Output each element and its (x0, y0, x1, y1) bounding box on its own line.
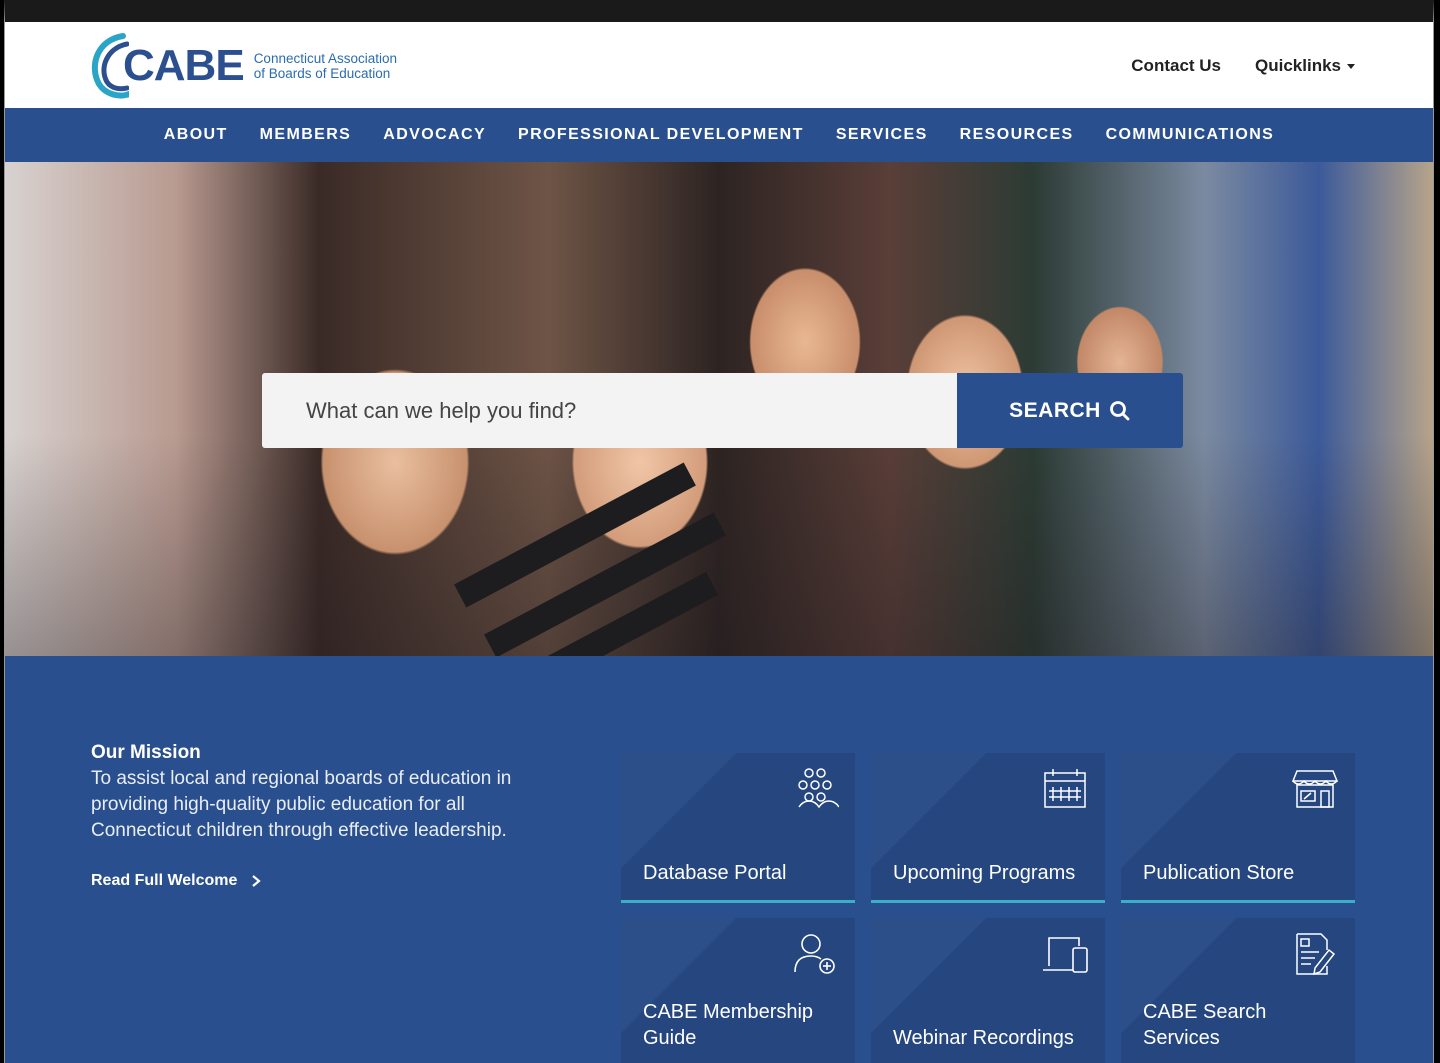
read-full-welcome-link[interactable]: Read Full Welcome (91, 872, 561, 890)
nav-item-resources[interactable]: RESOURCES (960, 126, 1074, 144)
read-full-welcome-label: Read Full Welcome (91, 872, 238, 889)
logo-tagline-line-2: of Boards of Education (253, 66, 391, 81)
nav-item-communications[interactable]: COMMUNICATIONS (1106, 126, 1275, 144)
browser-page: CABE Connecticut Association of Boards o… (4, 0, 1434, 1063)
tile-cabe-membership-guide[interactable]: CABE Membership Guide (621, 918, 855, 1063)
tile-label: Publication Store (1143, 862, 1295, 884)
cabe-logo[interactable]: CABE Connecticut Association of Boards o… (89, 32, 419, 100)
tile-publication-store[interactable]: Publication Store (1121, 753, 1355, 903)
add-user-icon (794, 934, 835, 974)
devices-icon (1043, 937, 1088, 973)
quick-access-tiles: Database Portal Upcoming Programs Public… (621, 753, 1355, 1063)
main-nav: ABOUT MEMBERS ADVOCACY PROFESSIONAL DEVE… (5, 108, 1433, 162)
logo-tagline: Connecticut Association of Boards of Edu… (254, 51, 397, 81)
logo-tagline-line-1: Connecticut Association (253, 51, 398, 66)
mission-text: To assist local and regional boards of e… (91, 768, 512, 841)
document-edit-icon (1296, 933, 1336, 976)
people-group-icon (798, 768, 839, 809)
tile-database-portal[interactable]: Database Portal (621, 753, 855, 903)
caret-down-icon (1347, 64, 1355, 70)
nav-item-professional-development[interactable]: PROFESSIONAL DEVELOPMENT (518, 126, 804, 144)
search-input[interactable] (262, 373, 957, 448)
header-utility-links: Contact Us Quicklinks (1131, 56, 1355, 76)
logo-swoosh-icon (92, 33, 129, 99)
tile-upcoming-programs[interactable]: Upcoming Programs (871, 753, 1105, 903)
mission-title: Our Mission (91, 742, 201, 763)
search-button[interactable]: SEARCH (957, 373, 1183, 448)
tile-label: Webinar Recordings (893, 1027, 1074, 1049)
nav-item-advocacy[interactable]: ADVOCACY (383, 126, 486, 144)
logo-wordmark: CABE (123, 41, 245, 90)
nav-item-about[interactable]: ABOUT (164, 126, 228, 144)
tile-label: Database Portal (643, 862, 787, 884)
nav-item-members[interactable]: MEMBERS (260, 126, 352, 144)
tile-label: Upcoming Programs (893, 862, 1076, 884)
search-icon (1109, 400, 1130, 420)
search-bar: SEARCH (262, 373, 1183, 448)
nav-item-services[interactable]: SERVICES (836, 126, 928, 144)
search-button-label: SEARCH (1009, 398, 1101, 422)
quicklinks-label: Quicklinks (1255, 56, 1341, 75)
storefront-icon (1291, 770, 1339, 808)
quicklinks-dropdown[interactable]: Quicklinks (1255, 56, 1355, 76)
contact-us-link[interactable]: Contact Us (1131, 56, 1221, 76)
tile-webinar-recordings[interactable]: Webinar Recordings (871, 918, 1105, 1063)
site-header: CABE Connecticut Association of Boards o… (5, 22, 1433, 108)
tile-cabe-search-services[interactable]: CABE Search Services (1121, 918, 1355, 1063)
tile-label: CABE Search Services (1143, 1001, 1267, 1049)
chevron-right-icon (252, 875, 262, 887)
calendar-icon (1044, 769, 1086, 808)
hero-photo: SEARCH (5, 162, 1433, 658)
mission-block: Our Mission To assist local and regional… (91, 742, 561, 890)
mission-section: Our Mission To assist local and regional… (5, 656, 1433, 1063)
tile-label: CABE Membership Guide (643, 1001, 814, 1049)
